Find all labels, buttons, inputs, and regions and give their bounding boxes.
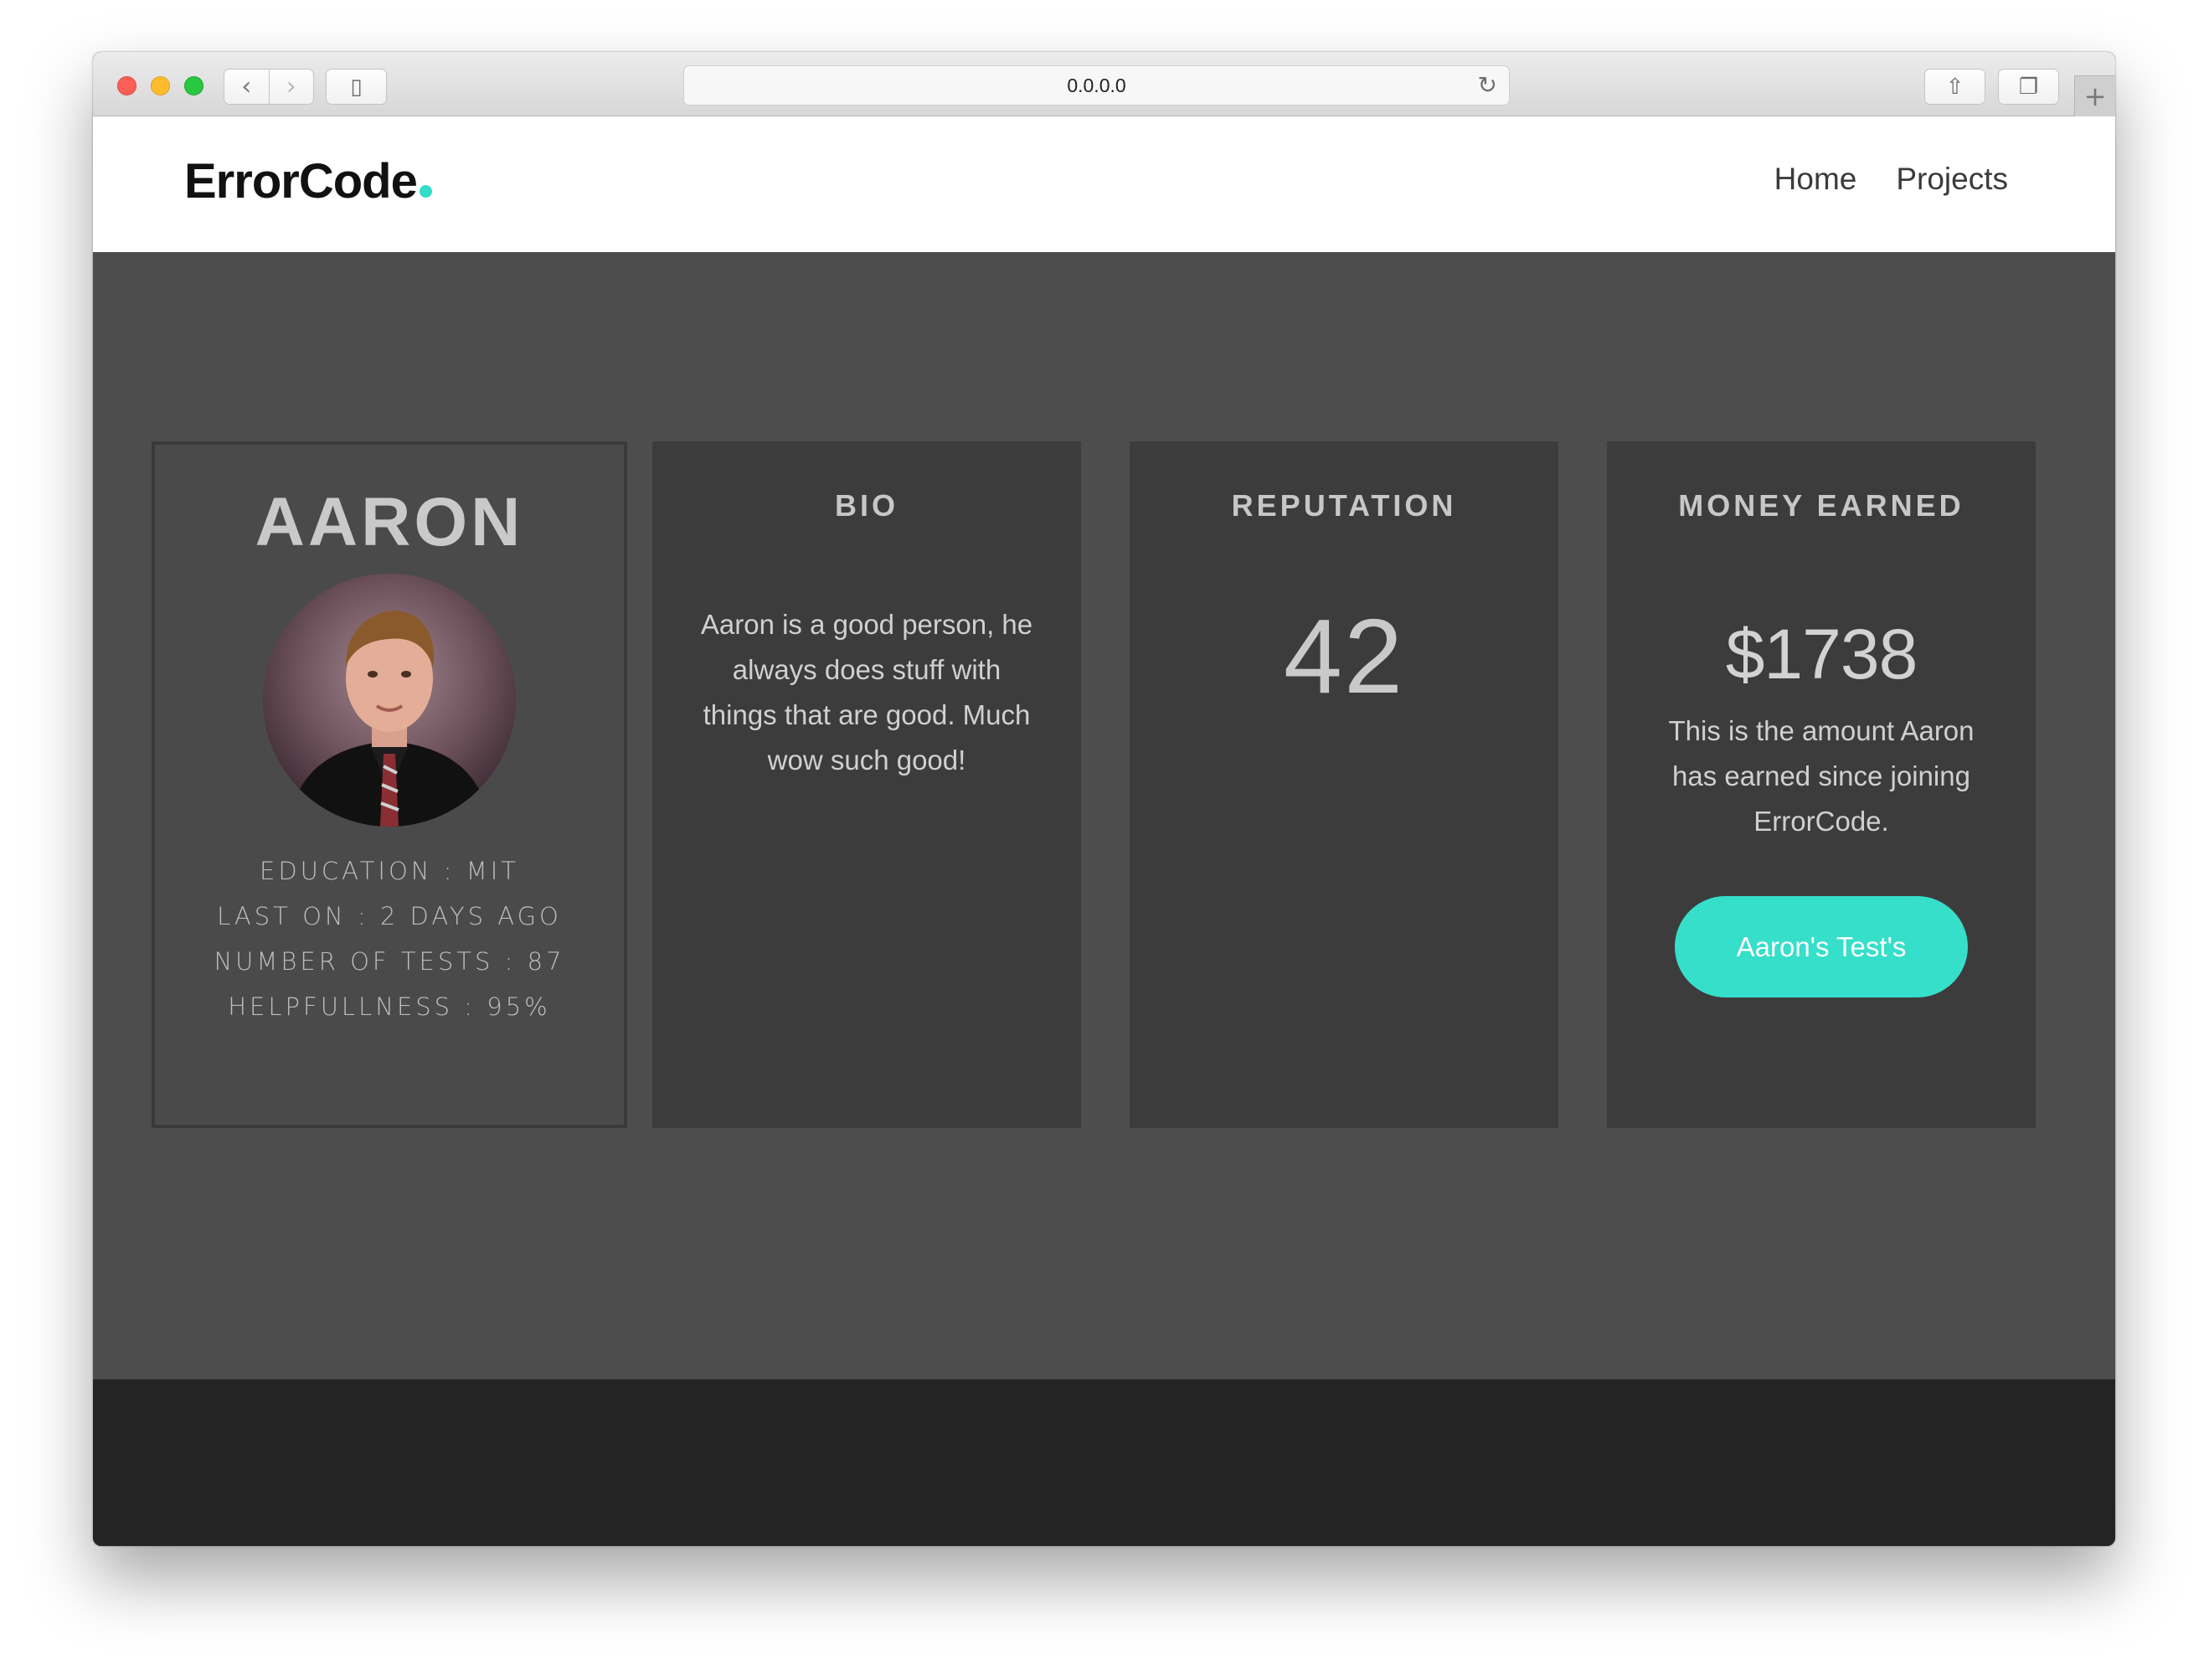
close-window-button[interactable] (117, 76, 136, 95)
bio-text: Aaron is a good person, he always does s… (700, 609, 1033, 776)
address-bar[interactable]: 0.0.0.0 ↻ (683, 65, 1510, 106)
money-description: This is the amount Aaron has earned sinc… (1668, 715, 1975, 837)
reload-icon[interactable]: ↻ (1478, 71, 1497, 99)
stat-education: EDUCATION : MIT (260, 857, 519, 885)
main-nav: Home Projects (1774, 162, 2008, 197)
logo[interactable]: ErrorCode (184, 153, 432, 209)
profile-stats: EDUCATION : MIT LAST ON : 2 DAYS AGO NUM… (155, 848, 624, 1029)
site-footer (93, 1379, 2115, 1546)
sidebar-toggle-button[interactable]: ▯ (326, 69, 387, 105)
avatar-portrait (263, 574, 516, 827)
sidebar-icon: ▯ (350, 74, 363, 100)
profile-card: AARON EDUCATION: MIT LAST ON: 2 DAYS A… (152, 441, 627, 1128)
zoom-window-button[interactable] (184, 76, 203, 95)
back-icon[interactable]: ‹ (224, 70, 269, 104)
stat-helpfulness: HELPFULLNESS : 95% (228, 992, 551, 1021)
nav-home-link[interactable]: Home (1774, 162, 1857, 197)
aarons-tests-button[interactable]: Aaron's Test's (1675, 896, 1968, 997)
tabs-icon: ❐ (2018, 74, 2039, 100)
bio-title: BIO (834, 488, 899, 523)
bio-card: BIO Aaron is a good person, he always do… (652, 441, 1081, 1128)
forward-icon[interactable]: › (268, 70, 314, 104)
reputation-title: REPUTATION (1231, 488, 1457, 523)
history-nav-group: ‹ › (224, 69, 314, 105)
share-button[interactable]: ⇧ (1924, 69, 1985, 105)
reputation-value: 42 (1283, 597, 1405, 715)
logo-text: ErrorCode (184, 154, 418, 209)
profile-name: AARON (255, 484, 524, 560)
profile-section: AARON EDUCATION: MIT LAST ON: 2 DAYS A… (93, 252, 2115, 1379)
browser-window: ‹ › ▯ 0.0.0.0 ↻ ⇧ ❐ + ErrorCode Home Pro… (93, 52, 2115, 1546)
show-tabs-button[interactable]: ❐ (1998, 69, 2059, 105)
new-tab-button[interactable]: + (2074, 75, 2115, 116)
money-title: MONEY EARNED (1678, 488, 1964, 523)
stat-number-of-tests: NUMBER OF TESTS : 87 (214, 947, 565, 976)
minimize-window-button[interactable] (151, 76, 170, 95)
share-icon: ⇧ (1945, 74, 1964, 100)
avatar (263, 574, 516, 827)
plus-icon: + (2083, 80, 2107, 112)
site-header: ErrorCode Home Projects (93, 116, 2115, 252)
stat-last-on: LAST ON : 2 DAYS AGO (217, 902, 562, 930)
money-value: $1738 (1725, 615, 1918, 693)
url-text: 0.0.0.0 (1067, 74, 1126, 96)
logo-dot (419, 185, 432, 198)
nav-projects-link[interactable]: Projects (1896, 162, 2008, 197)
money-earned-card: MONEY EARNED $1738 This is the amount Aa… (1607, 441, 2036, 1128)
reputation-card: REPUTATION 42 (1130, 441, 1558, 1128)
browser-titlebar: ‹ › ▯ 0.0.0.0 ↻ ⇧ ❐ + (93, 52, 2115, 116)
